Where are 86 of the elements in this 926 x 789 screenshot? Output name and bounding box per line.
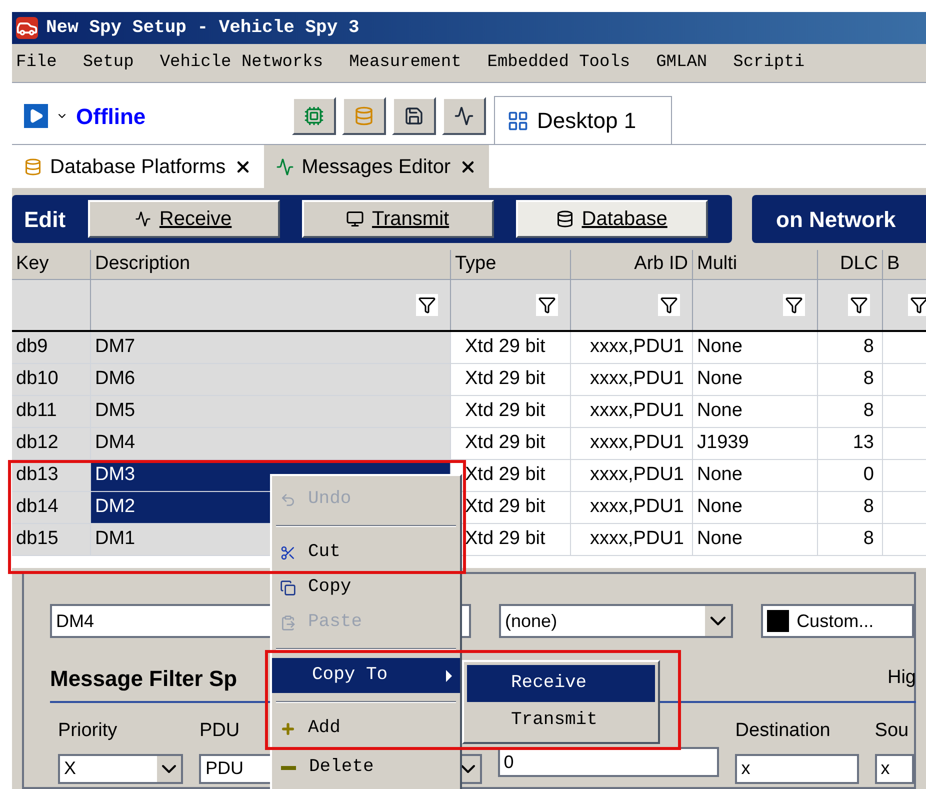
section-title: Message Filter Sp bbox=[50, 665, 238, 693]
network-label: on Network bbox=[776, 206, 896, 234]
table-cell: db9 bbox=[12, 332, 91, 363]
field-label: Destination bbox=[735, 719, 830, 743]
table-cell: xxxx,PDU1 bbox=[571, 332, 693, 363]
table-cell: Xtd 29 bit bbox=[451, 396, 571, 427]
table-cell: xxxx,PDU1 bbox=[571, 460, 693, 491]
table-cell: None bbox=[693, 492, 818, 523]
table-row[interactable]: db10 DM6 Xtd 29 bit xxxx,PDU1 None 8 bbox=[12, 364, 926, 396]
table-cell: Xtd 29 bit bbox=[451, 364, 571, 395]
menu-item[interactable]: Scripti bbox=[733, 50, 805, 76]
section-hint: Hig bbox=[887, 666, 916, 690]
table-cell: DM6 bbox=[91, 364, 451, 395]
column-header[interactable]: Type bbox=[451, 250, 571, 279]
table-cell: J1939 bbox=[693, 428, 818, 459]
table-cell: xxxx,PDU1 bbox=[571, 396, 693, 427]
table-cell: Xtd 29 bit bbox=[451, 460, 571, 491]
table-cell: 13 bbox=[818, 428, 883, 459]
table-cell: 8 bbox=[818, 396, 883, 427]
menu-item[interactable]: Transmit bbox=[467, 702, 655, 739]
table-row[interactable]: db11 DM5 Xtd 29 bit xxxx,PDU1 None 8 bbox=[12, 396, 926, 428]
table-cell: xxxx,PDU1 bbox=[571, 492, 693, 523]
table-row[interactable]: db9 DM7 Xtd 29 bit xxxx,PDU1 None 8 bbox=[12, 332, 926, 364]
mode-button[interactable]: Transmit bbox=[302, 200, 494, 238]
column-header[interactable]: Description bbox=[91, 250, 451, 279]
table-cell: DM4 bbox=[91, 428, 451, 459]
table-cell: db13 bbox=[12, 460, 91, 491]
type-dropdown[interactable]: (none) bbox=[499, 604, 733, 638]
field-label: Sou bbox=[874, 719, 909, 743]
input-field[interactable]: x bbox=[735, 754, 859, 784]
menu-item[interactable]: Copy bbox=[272, 570, 460, 605]
tab-label: Database Platforms bbox=[50, 154, 226, 180]
column-header[interactable]: Arb ID bbox=[571, 250, 693, 279]
color-label: Custom... bbox=[796, 610, 874, 632]
table-cell: 8 bbox=[818, 524, 883, 555]
table-cell: xxxx,PDU1 bbox=[571, 364, 693, 395]
column-header[interactable]: Key bbox=[12, 250, 91, 279]
table-cell: xxxx,PDU1 bbox=[571, 428, 693, 459]
menu-item[interactable]: Measurement bbox=[349, 50, 462, 76]
table-cell: xxxx,PDU1 bbox=[571, 524, 693, 555]
table-cell: 0 bbox=[818, 460, 883, 491]
table-row[interactable]: db12 DM4 Xtd 29 bit xxxx,PDU1 J1939 13 bbox=[12, 428, 926, 460]
table-cell: 8 bbox=[818, 332, 883, 363]
table-cell: db10 bbox=[12, 364, 91, 395]
menu-item[interactable]: File bbox=[16, 50, 57, 76]
menu-item[interactable]: Add bbox=[272, 711, 460, 746]
dropdown-field[interactable]: X bbox=[58, 754, 184, 784]
edit-label: Edit bbox=[24, 206, 66, 234]
table-cell: None bbox=[693, 524, 818, 555]
menu-item[interactable]: Setup bbox=[82, 50, 134, 76]
field-label: PDU bbox=[199, 719, 240, 743]
tab-label: Messages Editor bbox=[302, 154, 451, 180]
input-field[interactable]: 0 bbox=[498, 747, 720, 777]
table-cell: db14 bbox=[12, 492, 91, 523]
column-header[interactable]: B bbox=[883, 250, 926, 279]
table-cell: Xtd 29 bit bbox=[451, 332, 571, 363]
field-label: Priority bbox=[58, 719, 118, 743]
menu-item[interactable]: Delete bbox=[272, 750, 460, 785]
color-picker[interactable]: Custom... bbox=[760, 604, 914, 638]
table-cell: DM5 bbox=[91, 396, 451, 427]
input-field[interactable]: x bbox=[874, 754, 914, 784]
mode-button[interactable]: Receive bbox=[88, 200, 280, 238]
table-cell: None bbox=[693, 332, 818, 363]
window-title: New Spy Setup - Vehicle Spy 3 bbox=[46, 16, 360, 40]
menu-item[interactable]: Embedded Tools bbox=[487, 50, 630, 76]
table-cell: 8 bbox=[818, 492, 883, 523]
document-tab[interactable]: Messages Editor bbox=[264, 145, 489, 188]
column-header[interactable]: DLC bbox=[818, 250, 883, 279]
column-header[interactable]: Multi bbox=[693, 250, 818, 279]
table-cell: db11 bbox=[12, 396, 91, 427]
table-cell: db12 bbox=[12, 428, 91, 459]
desktop-tab-label: Desktop 1 bbox=[537, 107, 636, 135]
table-cell: None bbox=[693, 460, 818, 491]
table-cell: None bbox=[693, 396, 818, 427]
table-cell: None bbox=[693, 364, 818, 395]
desktop-tab[interactable]: Desktop 1 bbox=[494, 96, 672, 144]
menu-item[interactable]: GMLAN bbox=[656, 50, 708, 76]
table-cell: Xtd 29 bit bbox=[451, 428, 571, 459]
table-cell: db15 bbox=[12, 524, 91, 555]
mode-button[interactable]: Database bbox=[516, 200, 708, 238]
menu-item[interactable]: Copy To bbox=[272, 658, 460, 693]
menu-item[interactable]: Vehicle Networks bbox=[160, 50, 324, 76]
menu-item[interactable]: Receive bbox=[467, 665, 655, 702]
table-cell: DM7 bbox=[91, 332, 451, 363]
status-label: Offline bbox=[76, 102, 146, 130]
table-cell: 8 bbox=[818, 364, 883, 395]
